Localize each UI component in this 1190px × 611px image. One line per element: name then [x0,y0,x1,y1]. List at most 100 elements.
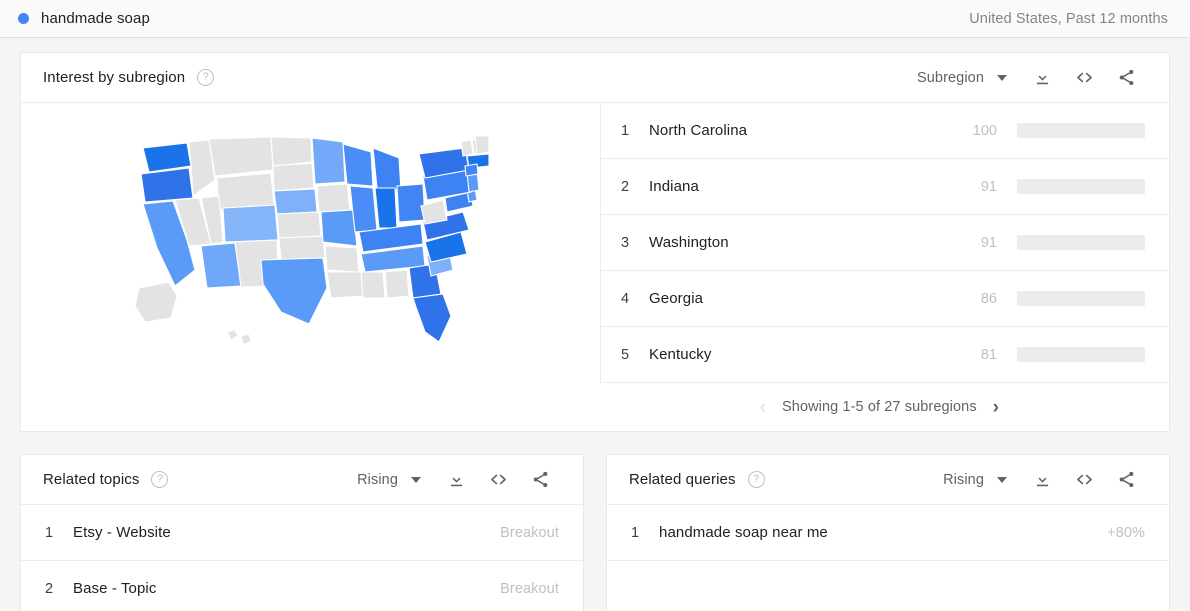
related-queries-toolbar: Rising [943,459,1147,501]
state-MO [321,210,357,246]
state-OR [141,168,193,202]
related-topics-title-group: Related topics ? [43,471,168,488]
subregion-scope-dropdown[interactable]: Subregion [917,70,1021,86]
prev-page-icon[interactable]: ‹ [760,398,766,417]
related-topics-toolbar: Rising [357,459,561,501]
subregion-toolbar: Subregion [917,57,1147,99]
search-term-chip[interactable]: handmade soap [18,10,150,27]
embed-code-icon[interactable] [1063,459,1105,501]
help-icon[interactable]: ? [748,471,765,488]
us-map-svg [131,136,491,354]
rank-number: 4 [621,291,649,307]
query-name: handmade soap near me [659,524,1107,541]
rank-number: 1 [621,123,649,139]
download-icon[interactable] [1021,459,1063,501]
state-OH [397,184,425,222]
state-IA [317,184,350,212]
related-topics-card: Related topics ? Rising [20,454,584,611]
state-OK [279,236,325,260]
subregion-card-body: 1 North Carolina 100 2 Indiana 91 [21,103,1169,383]
pagination-label: Showing 1-5 of 27 subregions [782,399,977,415]
rank-number: 3 [621,235,649,251]
interest-by-subregion-card: Interest by subregion ? Subregion [20,52,1170,432]
subregion-card-title: Interest by subregion [43,69,185,86]
state-ME [475,136,489,154]
state-WI [343,144,373,186]
share-icon[interactable] [519,459,561,501]
topic-name: Etsy - Website [73,524,500,541]
embed-code-icon[interactable] [1063,57,1105,99]
subregion-title-group: Interest by subregion ? [43,69,214,86]
region-value: 91 [955,179,997,195]
download-icon[interactable] [1021,57,1063,99]
rank-number: 5 [621,347,649,363]
table-row[interactable]: 4 Georgia 86 [601,271,1169,327]
related-topics-sort-dropdown[interactable]: Rising [357,472,435,488]
value-bar-track [1017,347,1145,362]
topic-value: Breakout [500,581,559,597]
subregion-card-header: Interest by subregion ? Subregion [21,53,1169,103]
table-row[interactable]: 2 Indiana 91 [601,159,1169,215]
region-name: Kentucky [649,346,955,363]
state-MT [209,137,273,176]
state-MI [373,148,401,190]
subregion-dropdown-label: Subregion [917,70,984,86]
region-value: 86 [955,291,997,307]
table-row[interactable]: 3 Washington 91 [601,215,1169,271]
state-MN [312,138,345,184]
rank-number: 2 [45,581,73,597]
topic-value: Breakout [500,525,559,541]
search-term-label: handmade soap [41,10,150,27]
help-icon[interactable]: ? [151,471,168,488]
state-KS [277,212,321,238]
state-CT [465,164,478,176]
top-bar: handmade soap United States, Past 12 mon… [0,0,1190,38]
next-page-icon[interactable]: › [993,398,999,417]
region-value: 81 [955,347,997,363]
state-MS [361,272,385,298]
share-icon[interactable] [1105,57,1147,99]
download-icon[interactable] [435,459,477,501]
related-topics-title: Related topics [43,471,139,488]
state-WY [217,173,274,210]
state-AL [385,270,409,298]
series-color-dot [18,13,29,24]
state-HI-2 [241,334,251,344]
list-item[interactable]: 1 Etsy - Website Breakout [21,505,583,561]
table-row[interactable]: 1 North Carolina 100 [601,103,1169,159]
state-ND [271,137,312,166]
table-row[interactable]: 5 Kentucky 81 [601,327,1169,383]
chevron-down-icon [997,477,1007,483]
related-queries-sort-dropdown[interactable]: Rising [943,472,1021,488]
state-NE [274,189,317,214]
list-item[interactable]: 1 handmade soap near me +80% [607,505,1169,561]
scope-label: United States, Past 12 months [969,11,1168,27]
map-states-group [135,136,489,344]
value-bar-track [1017,123,1145,138]
list-item[interactable]: 2 Base - Topic Breakout [21,561,583,611]
bottom-cards-row: Related topics ? Rising [20,454,1170,611]
share-icon[interactable] [1105,459,1147,501]
value-bar-track [1017,291,1145,306]
query-value: +80% [1107,525,1145,541]
state-VT [461,140,473,156]
region-name: Georgia [649,290,955,307]
chevron-down-icon [411,477,421,483]
region-name: North Carolina [649,122,955,139]
related-topics-dropdown-label: Rising [357,472,398,488]
related-queries-header: Related queries ? Rising [607,455,1169,505]
state-WV [421,200,447,224]
help-icon[interactable]: ? [197,69,214,86]
subregion-rank-list: 1 North Carolina 100 2 Indiana 91 [601,103,1169,383]
region-name: Indiana [649,178,955,195]
content-stage: Interest by subregion ? Subregion [0,52,1190,611]
related-queries-title-group: Related queries ? [629,471,765,488]
topic-name: Base - Topic [73,580,500,597]
related-queries-card: Related queries ? Rising [606,454,1170,611]
region-name: Washington [649,234,955,251]
value-bar-track [1017,179,1145,194]
embed-code-icon[interactable] [477,459,519,501]
state-AZ [201,243,241,288]
us-choropleth-map[interactable] [21,103,601,383]
state-FL [413,294,451,342]
